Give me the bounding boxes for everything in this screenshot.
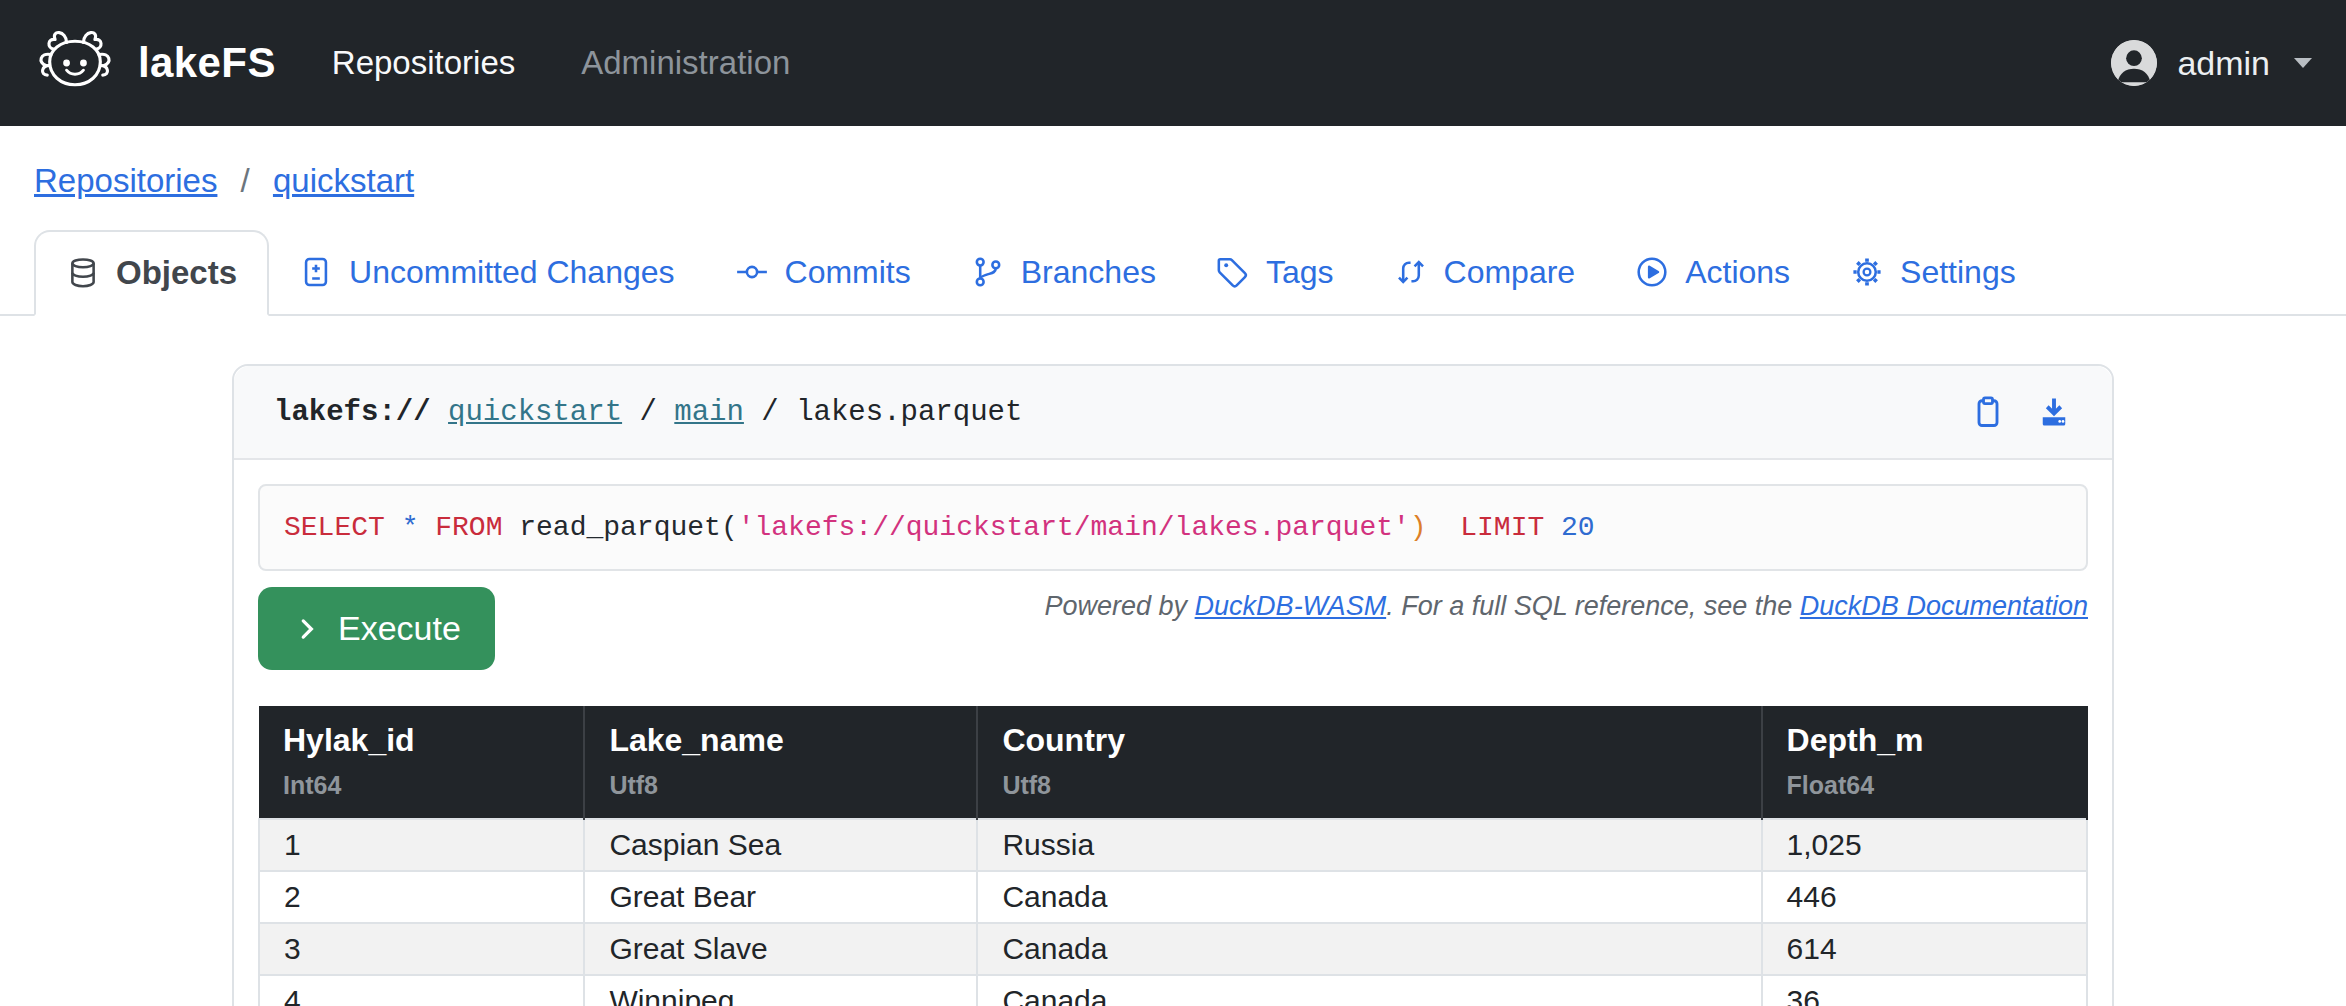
repo-tabs: Objects Uncommitted Changes Commits Bran… (0, 230, 2346, 316)
path-repo-link[interactable]: quickstart (448, 396, 622, 429)
breadcrumb: Repositories / quickstart (34, 162, 2312, 200)
tab-settings[interactable]: Settings (1820, 230, 2046, 314)
tab-compare[interactable]: Compare (1364, 230, 1606, 314)
nav-item-administration[interactable]: Administration (581, 44, 790, 82)
nav-links: Repositories Administration (332, 44, 791, 82)
duckdb-docs-link[interactable]: DuckDB Documentation (1800, 591, 2088, 621)
execute-button[interactable]: Execute (258, 587, 495, 670)
results-table-wrapper: Hylak_idInt64 Lake_nameUtf8 CountryUtf8 … (258, 706, 2088, 1006)
path-scheme: lakefs:// (274, 396, 431, 429)
lakefs-logo-icon (34, 29, 116, 97)
duckdb-wasm-link[interactable]: DuckDB-WASM (1195, 591, 1387, 621)
table-header-row: Hylak_idInt64 Lake_nameUtf8 CountryUtf8 … (259, 706, 2087, 819)
commit-icon (735, 255, 769, 289)
col-depth-m: Depth_mFloat64 (1762, 706, 2087, 819)
tag-icon (1216, 255, 1250, 289)
path-file: lakes.parquet (796, 396, 1022, 429)
path-branch-link[interactable]: main (674, 396, 744, 429)
avatar (2111, 40, 2157, 86)
table-row: 3Great SlaveCanada614 (259, 923, 2087, 975)
brand-name: lakeFS (138, 39, 276, 87)
powered-by-note: Powered by DuckDB-WASM. For a full SQL r… (1045, 591, 2088, 622)
table-row: 1Caspian SeaRussia1,025 (259, 819, 2087, 871)
caret-down-icon (2294, 58, 2312, 68)
col-country: CountryUtf8 (977, 706, 1761, 819)
download-icon[interactable] (2036, 394, 2072, 430)
object-path: lakefs:// quickstart / main / lakes.parq… (274, 396, 1022, 429)
file-diff-icon (299, 255, 333, 289)
play-circle-icon (1635, 255, 1669, 289)
table-row: 2Great BearCanada446 (259, 871, 2087, 923)
table-row: 4WinnipegCanada36 (259, 975, 2087, 1006)
tab-objects[interactable]: Objects (34, 230, 269, 316)
person-icon (2111, 40, 2157, 86)
col-hylak-id: Hylak_idInt64 (259, 706, 584, 819)
breadcrumb-quickstart[interactable]: quickstart (273, 162, 414, 199)
card-body: SELECT * FROM read_parquet('lakefs://qui… (234, 460, 2112, 1006)
tab-branches[interactable]: Branches (941, 230, 1186, 314)
tab-actions[interactable]: Actions (1605, 230, 1820, 314)
user-menu[interactable]: admin (2111, 40, 2312, 86)
tab-uncommitted-changes[interactable]: Uncommitted Changes (269, 230, 704, 314)
user-name: admin (2177, 44, 2270, 83)
breadcrumb-separator: / (241, 162, 250, 199)
object-viewer-card: lakefs:// quickstart / main / lakes.parq… (232, 364, 2114, 1006)
results-table: Hylak_idInt64 Lake_nameUtf8 CountryUtf8 … (258, 706, 2088, 1006)
sql-editor[interactable]: SELECT * FROM read_parquet('lakefs://qui… (258, 484, 2088, 571)
brand[interactable]: lakeFS (34, 29, 276, 97)
navbar: lakeFS Repositories Administration admin (0, 0, 2346, 126)
database-icon (66, 256, 100, 290)
breadcrumb-repositories[interactable]: Repositories (34, 162, 217, 199)
copy-icon[interactable] (1970, 394, 2006, 430)
col-lake-name: Lake_nameUtf8 (584, 706, 977, 819)
compare-icon (1394, 255, 1428, 289)
content-container: lakefs:// quickstart / main / lakes.parq… (232, 364, 2114, 1006)
actions-row: Execute Powered by DuckDB-WASM. For a fu… (258, 587, 2088, 670)
git-branch-icon (971, 255, 1005, 289)
nav-item-repositories[interactable]: Repositories (332, 44, 515, 82)
header-icons (1970, 394, 2072, 430)
tab-commits[interactable]: Commits (705, 230, 941, 314)
chevron-right-icon (292, 614, 322, 644)
card-header: lakefs:// quickstart / main / lakes.parq… (234, 366, 2112, 460)
tab-tags[interactable]: Tags (1186, 230, 1364, 314)
gear-icon (1850, 255, 1884, 289)
